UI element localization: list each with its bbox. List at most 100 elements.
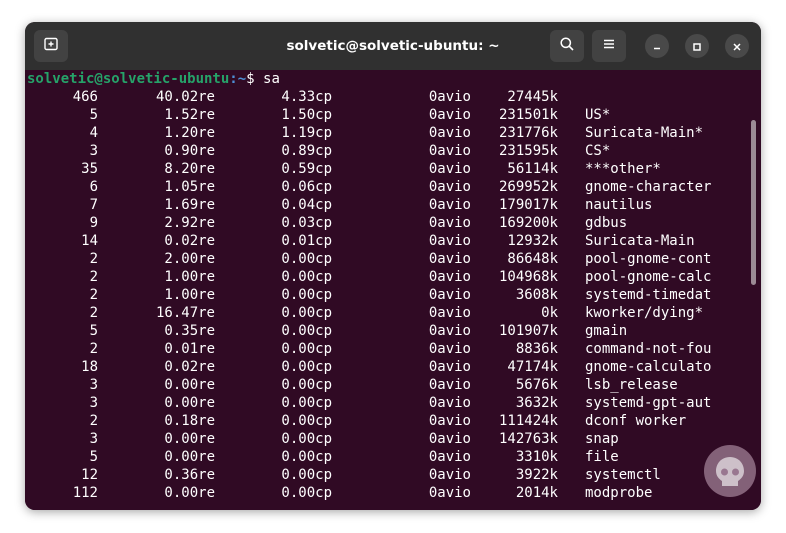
cell-cpu-time: 0.01cp — [281, 233, 332, 249]
cell-count: 2 — [89, 287, 98, 303]
cell-cpu-time: 0.00cp — [281, 305, 332, 321]
cell-cpu-time: 0.00cp — [281, 377, 332, 393]
cell-cpu-time: 0.00cp — [281, 485, 332, 501]
cell-command: modprobe — [585, 485, 653, 501]
command-prompt: solvetic@solvetic-ubuntu:~$ sa — [27, 70, 280, 88]
close-button[interactable] — [725, 34, 749, 58]
cell-avio: 0avio — [428, 467, 471, 483]
table-row: 5 0.00re 0.00cp 0avio 3310k file — [25, 448, 745, 466]
cell-avio: 0avio — [428, 89, 471, 105]
cell-cpu-time: 0.00cp — [281, 287, 332, 303]
cell-cpu-time: 0.89cp — [281, 143, 332, 159]
cell-avio: 0avio — [428, 413, 471, 429]
cell-count: 112 — [72, 485, 98, 501]
cell-memory: 179017k — [498, 197, 558, 213]
prompt-command: sa — [254, 71, 280, 87]
cell-avio: 0avio — [428, 485, 471, 501]
cell-avio: 0avio — [428, 125, 471, 141]
cell-count: 12 — [81, 467, 98, 483]
cell-memory: 86648k — [507, 251, 558, 267]
table-row: 2 2.00re 0.00cp 0avio 86648k pool-gnome-cont — [25, 250, 745, 268]
cell-memory: 47174k — [507, 359, 558, 375]
cell-real-time: 1.20re — [164, 125, 215, 141]
cell-count: 2 — [89, 305, 98, 321]
table-row: 2 1.00re 0.00cp 0avio 104968k pool-gnome-calc — [25, 268, 745, 286]
cell-avio: 0avio — [428, 287, 471, 303]
cell-command: lsb_release — [585, 377, 678, 393]
table-row: 2 0.18re 0.00cp 0avio 111424k dconf worker — [25, 412, 745, 430]
cell-memory: 3608k — [515, 287, 558, 303]
cell-command: gnome-character — [585, 179, 712, 195]
cell-count: 466 — [72, 89, 98, 105]
cell-command: dconf worker — [585, 413, 687, 429]
maximize-icon — [692, 37, 702, 56]
table-row: 6 1.05re 0.06cp 0avio 269952k gnome-character — [25, 178, 745, 196]
cell-cpu-time: 0.00cp — [281, 323, 332, 339]
summary-row: 466 40.02re 4.33cp 0avio 27445k — [25, 88, 745, 106]
cell-avio: 0avio — [428, 305, 471, 321]
cell-avio: 0avio — [428, 395, 471, 411]
minimize-button[interactable] — [645, 34, 669, 58]
table-row: 3 0.00re 0.00cp 0avio 3632k systemd-gpt-aut — [25, 394, 745, 412]
prompt-symbol: $ — [246, 71, 255, 87]
cell-real-time: 0.01re — [164, 341, 215, 357]
search-icon — [559, 36, 575, 56]
cell-real-time: 1.05re — [164, 179, 215, 195]
cell-real-time: 40.02re — [155, 89, 215, 105]
table-row: 18 0.02re 0.00cp 0avio 47174k gnome-calculato — [25, 358, 745, 376]
cell-command: systemctl — [585, 467, 661, 483]
cell-count: 35 — [81, 161, 98, 177]
cell-memory: 142763k — [498, 431, 558, 447]
cell-memory: 8836k — [515, 341, 558, 357]
cell-real-time: 2.92re — [164, 215, 215, 231]
maximize-button[interactable] — [685, 34, 709, 58]
title-bar[interactable]: solvetic@solvetic-ubuntu: ~ — [25, 22, 761, 70]
cell-memory: 231501k — [498, 107, 558, 123]
cell-memory: 269952k — [498, 179, 558, 195]
cell-avio: 0avio — [428, 269, 471, 285]
cell-count: 7 — [89, 197, 98, 213]
cell-cpu-time: 1.50cp — [281, 107, 332, 123]
table-row: 5 0.35re 0.00cp 0avio 101907k gmain — [25, 322, 745, 340]
table-row: 5 1.52re 1.50cp 0avio 231501k US* — [25, 106, 745, 124]
cell-count: 5 — [89, 323, 98, 339]
cell-memory: 111424k — [498, 413, 558, 429]
cell-cpu-time: 0.00cp — [281, 269, 332, 285]
cell-memory: 231776k — [498, 125, 558, 141]
cell-real-time: 1.00re — [164, 269, 215, 285]
cell-real-time: 1.00re — [164, 287, 215, 303]
cell-avio: 0avio — [428, 215, 471, 231]
cell-avio: 0avio — [428, 107, 471, 123]
cell-count: 5 — [89, 107, 98, 123]
solvetic-logo — [704, 445, 756, 497]
cell-real-time: 0.00re — [164, 431, 215, 447]
cell-real-time: 0.00re — [164, 395, 215, 411]
cell-avio: 0avio — [428, 197, 471, 213]
cell-avio: 0avio — [428, 341, 471, 357]
prompt-path: :~ — [229, 71, 247, 87]
cell-count: 4 — [89, 125, 98, 141]
search-button[interactable] — [550, 30, 584, 62]
cell-avio: 0avio — [428, 377, 471, 393]
table-row: 2 16.47re 0.00cp 0avio 0k kworker/dying* — [25, 304, 745, 322]
cell-command: snap — [585, 431, 619, 447]
table-row: 112 0.00re 0.00cp 0avio 2014k modprobe — [25, 484, 745, 502]
table-row: 35 8.20re 0.59cp 0avio 56114k ***other* — [25, 160, 745, 178]
cell-cpu-time: 0.06cp — [281, 179, 332, 195]
cell-count: 3 — [89, 143, 98, 159]
scrollbar[interactable] — [751, 120, 756, 285]
cell-real-time: 0.00re — [164, 377, 215, 393]
table-row: 3 0.90re 0.89cp 0avio 231595k CS* — [25, 142, 745, 160]
cell-avio: 0avio — [428, 233, 471, 249]
terminal-output[interactable]: solvetic@solvetic-ubuntu:~$ sa 466 40.02… — [25, 70, 761, 510]
cell-cpu-time: 0.00cp — [281, 395, 332, 411]
cell-count: 3 — [89, 395, 98, 411]
cell-cpu-time: 0.00cp — [281, 251, 332, 267]
cell-cpu-time: 0.59cp — [281, 161, 332, 177]
cell-command: gdbus — [585, 215, 628, 231]
cell-command: gnome-calculato — [585, 359, 712, 375]
table-row: 2 1.00re 0.00cp 0avio 3608k systemd-timedat — [25, 286, 745, 304]
menu-button[interactable] — [592, 30, 626, 62]
cell-command: file — [585, 449, 619, 465]
cell-avio: 0avio — [428, 143, 471, 159]
